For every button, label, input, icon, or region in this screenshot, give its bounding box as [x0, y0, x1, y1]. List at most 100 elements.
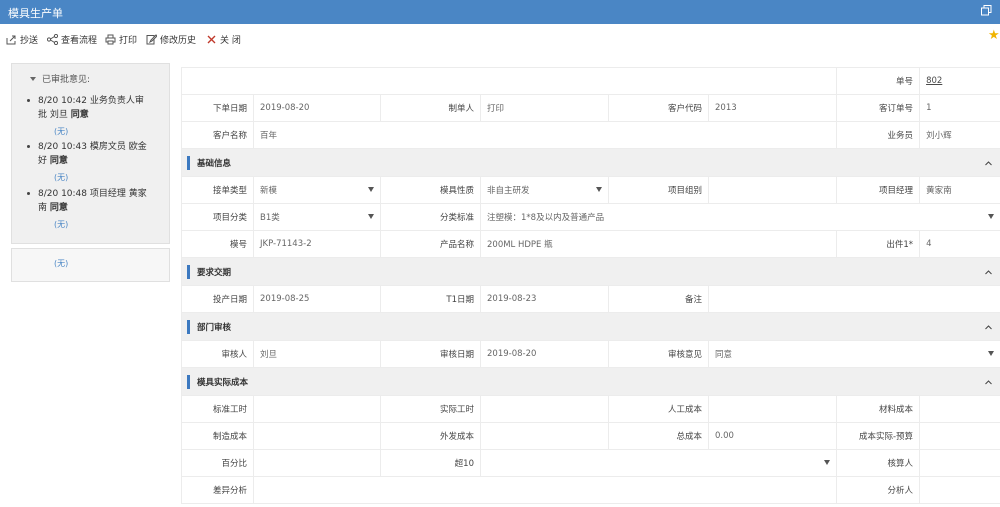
act-hours-field[interactable]: [480, 395, 609, 423]
approval-comment: (无): [54, 220, 69, 229]
reviewer-label: 审核人: [181, 340, 254, 368]
product-name-label: 产品名称: [380, 230, 481, 258]
product-name-field[interactable]: 200ML HDPE 瓶: [479, 230, 838, 258]
approval-tree-header[interactable]: 已审批意见:: [30, 72, 90, 85]
labor-cost-field[interactable]: [707, 395, 838, 423]
approval-item: 8/20 10:48 项目经理 黄家南 同意: [27, 187, 166, 215]
approval-panel: 已审批意见: 8/20 10:42 业务负责人审批 刘旦 同意 (无) 8/20…: [11, 63, 170, 244]
labor-cost-label: 人工成本: [608, 395, 709, 423]
dropdown-arrow-icon: [824, 460, 831, 465]
percent-field[interactable]: [253, 449, 381, 477]
diff-analysis-label: 差异分析: [181, 476, 254, 504]
favorite-star-icon[interactable]: ★: [988, 29, 1000, 42]
project-manager-field[interactable]: 黄家南: [919, 176, 1000, 204]
collapse-chevron-icon[interactable]: [985, 379, 992, 386]
mold-nature-select[interactable]: 非自主研发: [480, 176, 609, 204]
cost-diff-field[interactable]: [919, 422, 1000, 450]
customer-order-field[interactable]: 1: [919, 94, 1000, 122]
accountant-label: 核算人: [836, 449, 921, 477]
collapse-chevron-icon[interactable]: [985, 269, 992, 276]
mold-no-label: 模号: [181, 230, 254, 258]
mold-no-field[interactable]: JKP-71143-2: [253, 230, 381, 258]
salesman-field[interactable]: 刘小辉: [919, 121, 1000, 149]
order-type-select[interactable]: 新模: [253, 176, 381, 204]
output-label: 出件1*: [836, 230, 921, 258]
class-standard-select[interactable]: 注塑模：1*8及以内及普通产品: [479, 203, 1000, 231]
project-group-label: 项目组别: [608, 176, 709, 204]
remark-field[interactable]: [707, 285, 1000, 313]
maker-label: 制单人: [380, 94, 481, 122]
toolbar: 抄送 查看流程 打印 修改历史 关 闭 ★: [0, 24, 1000, 52]
over10-label: 超10: [380, 449, 481, 477]
mfg-cost-label: 制造成本: [181, 422, 254, 450]
dropdown-arrow-icon: [368, 187, 374, 192]
mfg-cost-field[interactable]: [253, 422, 381, 450]
reviewer-field[interactable]: 刘旦: [253, 340, 381, 368]
extra-comment-panel: (无): [11, 248, 170, 282]
class-standard-label: 分类标准: [380, 203, 481, 231]
print-button[interactable]: 打印: [105, 32, 137, 46]
dropdown-arrow-icon: [368, 214, 374, 219]
act-hours-label: 实际工时: [380, 395, 481, 423]
review-date-label: 审核日期: [380, 340, 481, 368]
material-cost-label: 材料成本: [836, 395, 921, 423]
customer-code-label: 客户代码: [608, 94, 709, 122]
project-class-label: 项目分类: [181, 203, 254, 231]
section-marker: [187, 375, 190, 389]
customer-code-field[interactable]: 2013: [707, 94, 838, 122]
maker-field[interactable]: 打印: [480, 94, 609, 122]
start-date-field[interactable]: 2019-08-25: [253, 285, 381, 313]
review-opinion-select[interactable]: 同意: [707, 340, 1000, 368]
section-basic-info[interactable]: 基础信息: [180, 148, 1000, 177]
project-class-select[interactable]: B1类: [253, 203, 381, 231]
order-no-label: 单号: [836, 67, 921, 95]
restore-window-icon[interactable]: [981, 5, 992, 16]
material-cost-field[interactable]: [919, 395, 1000, 423]
section-marker: [187, 320, 190, 334]
mold-nature-label: 模具性质: [380, 176, 481, 204]
review-opinion-label: 审核意见: [608, 340, 709, 368]
outsource-cost-label: 外发成本: [380, 422, 481, 450]
title-bar: 模具生产单: [0, 0, 1000, 24]
flow-icon: [47, 33, 58, 45]
cost-diff-label: 成本实际-预算: [836, 422, 921, 450]
view-flow-button[interactable]: 查看流程: [47, 32, 97, 46]
section-review[interactable]: 部门审核: [180, 312, 1000, 341]
review-date-field[interactable]: 2019-08-20: [480, 340, 609, 368]
section-actual-cost[interactable]: 模具实际成本: [180, 367, 1000, 396]
t1-date-field[interactable]: 2019-08-23: [480, 285, 609, 313]
printer-icon: [105, 34, 116, 44]
percent-label: 百分比: [181, 449, 254, 477]
over10-select[interactable]: [479, 449, 838, 477]
std-hours-field[interactable]: [253, 395, 381, 423]
history-button[interactable]: 修改历史: [146, 32, 196, 46]
order-no-link[interactable]: 802: [926, 76, 942, 86]
close-icon: [207, 35, 216, 43]
window-title: 模具生产单: [8, 7, 63, 20]
dropdown-arrow-icon: [596, 187, 602, 192]
section-marker: [187, 156, 190, 170]
order-date-field[interactable]: 2019-08-20: [253, 94, 381, 122]
analyst-field[interactable]: [919, 476, 1000, 504]
close-button[interactable]: 关 闭: [206, 32, 241, 46]
collapse-chevron-icon[interactable]: [985, 160, 992, 167]
project-group-field[interactable]: [707, 176, 838, 204]
dropdown-arrow-icon: [988, 214, 995, 219]
approval-item: 8/20 10:42 业务负责人审批 刘旦 同意: [27, 94, 166, 122]
customer-name-field[interactable]: 百年: [252, 121, 838, 149]
total-cost-field[interactable]: 0.00: [707, 422, 838, 450]
outsource-cost-field[interactable]: [480, 422, 609, 450]
customer-name-label: 客户名称: [181, 121, 254, 149]
accountant-field[interactable]: [919, 449, 1000, 477]
salesman-label: 业务员: [836, 121, 921, 149]
approval-comment: (无): [54, 127, 69, 136]
collapse-chevron-icon[interactable]: [985, 324, 992, 331]
section-delivery[interactable]: 要求交期: [180, 257, 1000, 286]
diff-analysis-field[interactable]: [252, 476, 838, 504]
approval-comment: (无): [54, 173, 69, 182]
cc-button[interactable]: 抄送: [6, 32, 38, 46]
output-field[interactable]: 4: [919, 230, 1000, 258]
production-order-form: 单号 802 下单日期 2019-08-20 制单人 打印 客户代码 2013 …: [180, 67, 1000, 504]
expand-triangle-icon: [30, 76, 36, 81]
edit-history-icon: [146, 33, 157, 44]
